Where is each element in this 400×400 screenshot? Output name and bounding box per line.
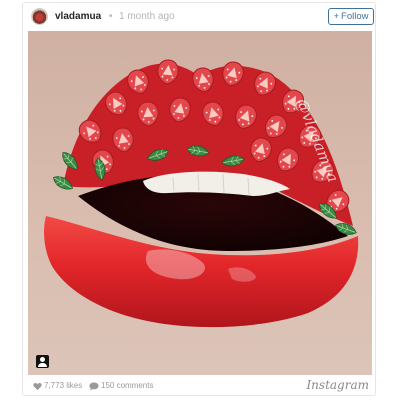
lip-art-image: @vladamua [28,31,372,375]
instagram-embed-card: vladamua • 1 month ago + Follow @vladamu… [22,2,376,396]
post-photo[interactable]: @vladamua [28,31,372,375]
instagram-logo[interactable]: Instagram [306,378,369,392]
post-header: vladamua • 1 month ago + Follow [23,3,375,31]
comment-bubble-icon[interactable] [89,382,99,391]
user-tag-icon[interactable] [36,355,49,368]
username-link[interactable]: vladamua [55,11,101,22]
follow-button[interactable]: + Follow [328,8,374,25]
header-separator: • [109,11,113,22]
comments-count[interactable]: 150 comments [101,381,153,390]
follow-label: Follow [341,11,369,22]
plus-icon: + [333,11,340,22]
likes-count[interactable]: 7,773 likes [44,381,82,390]
post-footer: 7,773 likes 150 comments Instagram [23,377,375,395]
avatar-icon[interactable] [31,8,48,25]
post-timestamp[interactable]: 1 month ago [119,11,175,22]
heart-icon[interactable] [33,382,42,391]
